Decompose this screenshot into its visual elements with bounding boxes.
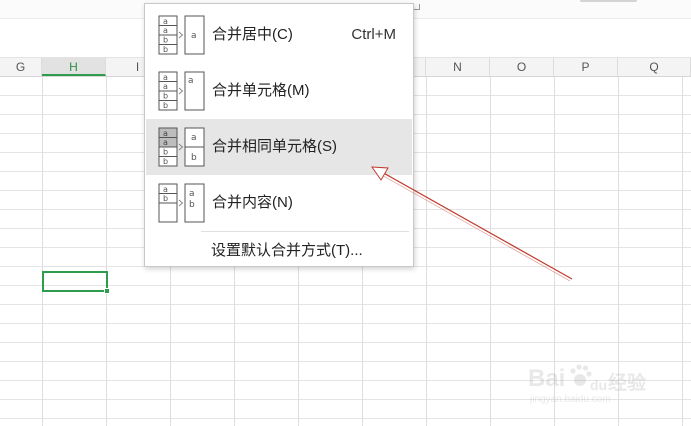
menu-item-label: 合并内容(N) (212, 194, 293, 211)
svg-text:b: b (163, 194, 168, 203)
svg-text:b: b (163, 101, 168, 110)
baidu-paw-logo: Bai du (528, 364, 607, 393)
column-header-p[interactable]: P (554, 58, 618, 76)
svg-text:a: a (163, 185, 168, 194)
svg-text:b: b (163, 92, 168, 101)
merge-cells-icon: a a b b a (158, 71, 205, 111)
svg-text:b: b (163, 36, 168, 45)
menu-item-label: 合并居中(C) (212, 26, 293, 43)
column-header-h[interactable]: H (42, 58, 106, 76)
svg-text:b: b (163, 45, 168, 54)
menu-divider (201, 231, 409, 232)
svg-text:Bai: Bai (528, 365, 565, 392)
column-header-o[interactable]: O (490, 58, 554, 76)
svg-text:b: b (191, 153, 197, 163)
menu-item-shortcut: Ctrl+M (351, 26, 396, 43)
menu-item-merge-cells[interactable]: a a b b a 合并单元格(M) (146, 63, 412, 119)
svg-text:a: a (191, 133, 197, 143)
svg-text:a: a (163, 17, 168, 26)
svg-text:a: a (163, 129, 168, 138)
merge-content-icon: a b a b (158, 183, 205, 223)
menu-item-merge-content[interactable]: a b a b 合并内容(N) (146, 175, 412, 231)
svg-text:a: a (163, 138, 168, 147)
svg-text:a: a (163, 73, 168, 82)
svg-text:a: a (189, 189, 195, 199)
merge-same-cells-icon: a a b b a b (158, 127, 205, 167)
ribbon-button-edge[interactable] (580, 0, 637, 2)
fill-handle[interactable] (104, 288, 110, 294)
dialog-launcher-icon[interactable] (414, 4, 420, 10)
column-header-g[interactable]: G (0, 58, 42, 76)
svg-text:a: a (188, 76, 194, 86)
active-cell-selection[interactable] (42, 271, 108, 292)
merge-center-icon: a a b b a (158, 15, 205, 55)
svg-text:b: b (163, 157, 168, 166)
svg-text:a: a (163, 26, 168, 35)
svg-text:a: a (191, 31, 197, 41)
merge-dropdown-menu: a a b b a 合并居中(C) Ctrl+M a a b b a 合并单元格… (144, 3, 414, 267)
svg-text:du: du (590, 377, 607, 393)
column-header-n[interactable]: N (426, 58, 490, 76)
baidu-jingyan-watermark: Bai du 经验 jingyan.baidu.com (528, 360, 668, 412)
svg-text:b: b (189, 200, 195, 210)
menu-item-label: 合并单元格(M) (212, 82, 310, 99)
watermark-brand-cn: 经验 (608, 373, 647, 394)
svg-text:b: b (163, 148, 168, 157)
menu-item-label: 合并相同单元格(S) (212, 138, 337, 155)
svg-text:a: a (163, 82, 168, 91)
column-header-q[interactable]: Q (618, 58, 691, 76)
menu-item-merge-center[interactable]: a a b b a 合并居中(C) Ctrl+M (146, 7, 412, 63)
watermark-url: jingyan.baidu.com (530, 394, 611, 405)
menu-item-default-merge-settings[interactable]: 设置默认合并方式(T)... (211, 233, 363, 265)
menu-item-merge-same-cells[interactable]: a a b b a b 合并相同单元格(S) (146, 119, 412, 175)
